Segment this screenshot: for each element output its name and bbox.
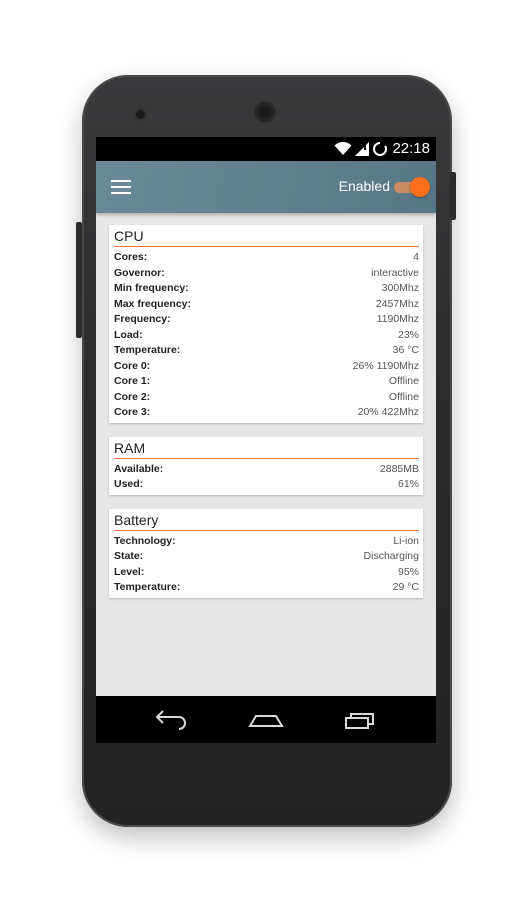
info-row: Frequency: 1190Mhz	[114, 312, 419, 328]
row-value: Offline	[388, 390, 419, 403]
recents-icon[interactable]	[343, 708, 379, 732]
app-bar: Enabled	[96, 161, 436, 213]
row-value: 2885MB	[379, 462, 419, 475]
row-key: Core 0:	[114, 359, 151, 372]
row-value: 29 °C	[392, 581, 419, 593]
earpiece-speaker	[254, 101, 276, 123]
volume-button	[76, 222, 82, 338]
battery-card: Battery Technology: Li-ion State: Discharg…	[109, 508, 423, 598]
info-row: Governor: interactive	[114, 266, 419, 282]
row-value: 4	[413, 251, 419, 263]
row-value: 23%	[397, 328, 419, 341]
row-value: 61%	[397, 478, 419, 490]
cpu-card: CPU Cores: 4 Governor: interactive Min fre…	[109, 225, 423, 423]
row-key: Cores:	[114, 251, 148, 263]
info-row: Technology: Li-ion	[114, 534, 419, 550]
row-value: 26% 1190Mhz	[352, 359, 419, 372]
home-icon[interactable]	[248, 708, 284, 732]
info-row: Cores: 4	[114, 250, 419, 266]
back-icon[interactable]	[153, 708, 189, 732]
info-row: Max frequency: 2457Mhz	[114, 297, 419, 313]
navigation-bar	[96, 696, 436, 743]
row-value: interactive	[371, 266, 419, 279]
info-row: Core 0: 26% 1190Mhz	[114, 359, 419, 375]
row-key: Temperature:	[114, 581, 181, 593]
front-camera	[136, 110, 145, 119]
row-value: Discharging	[363, 550, 419, 562]
row-key: Used:	[114, 478, 144, 490]
row-key: Core 1:	[114, 375, 151, 387]
toggle-thumb[interactable]	[410, 177, 430, 197]
row-key: Governor:	[114, 266, 165, 279]
info-row: Core 1: Offline	[114, 374, 419, 390]
enabled-label: Enabled	[338, 178, 390, 194]
row-key: Min frequency:	[114, 282, 189, 294]
row-value: 1190Mhz	[376, 313, 419, 325]
row-key: Core 2:	[114, 390, 151, 403]
power-button	[450, 172, 456, 220]
row-key: Technology:	[114, 534, 176, 547]
enabled-toggle[interactable]	[394, 177, 430, 197]
row-key: Core 3:	[114, 406, 151, 418]
row-value: 300Mhz	[381, 282, 419, 294]
card-title: CPU	[114, 228, 419, 247]
status-bar: 22:18	[96, 137, 436, 161]
info-row: Min frequency: 300Mhz	[114, 281, 419, 297]
status-time: 22:18	[392, 140, 430, 157]
row-key: State:	[114, 550, 144, 562]
sync-icon	[373, 141, 387, 156]
content-area: CPU Cores: 4 Governor: interactive Min fre…	[109, 225, 423, 612]
info-row: Used: 61%	[114, 477, 419, 493]
info-row: Load: 23%	[114, 328, 419, 344]
row-value: 95%	[397, 565, 419, 578]
row-value: Li-ion	[393, 534, 419, 547]
row-value: Offline	[388, 375, 419, 387]
card-title: Battery	[114, 512, 419, 531]
row-key: Available:	[114, 462, 164, 475]
menu-icon[interactable]	[111, 180, 131, 194]
info-row: Core 2: Offline	[114, 390, 419, 406]
signal-icon	[355, 142, 369, 156]
row-key: Max frequency:	[114, 297, 192, 310]
row-key: Temperature:	[114, 344, 181, 356]
device-screen: 22:18 Enabled CPU Cores: 4 Governor: inter…	[96, 137, 436, 743]
info-row: Temperature: 36 °C	[114, 343, 419, 359]
status-icons	[334, 141, 388, 157]
row-key: Load:	[114, 328, 143, 341]
info-row: State: Discharging	[114, 549, 419, 565]
row-value: 36 °C	[392, 344, 419, 356]
info-row: Temperature: 29 °C	[114, 580, 419, 596]
card-title: RAM	[114, 440, 419, 459]
info-row: Available: 2885MB	[114, 462, 419, 478]
row-value: 20% 422Mhz	[357, 406, 419, 418]
row-value: 2457Mhz	[375, 297, 419, 310]
row-key: Level:	[114, 565, 145, 578]
ram-card: RAM Available: 2885MB Used: 61%	[109, 436, 423, 495]
info-row: Level: 95%	[114, 565, 419, 581]
wifi-icon	[334, 142, 352, 155]
row-key: Frequency:	[114, 313, 171, 325]
info-row: Core 3: 20% 422Mhz	[114, 405, 419, 421]
